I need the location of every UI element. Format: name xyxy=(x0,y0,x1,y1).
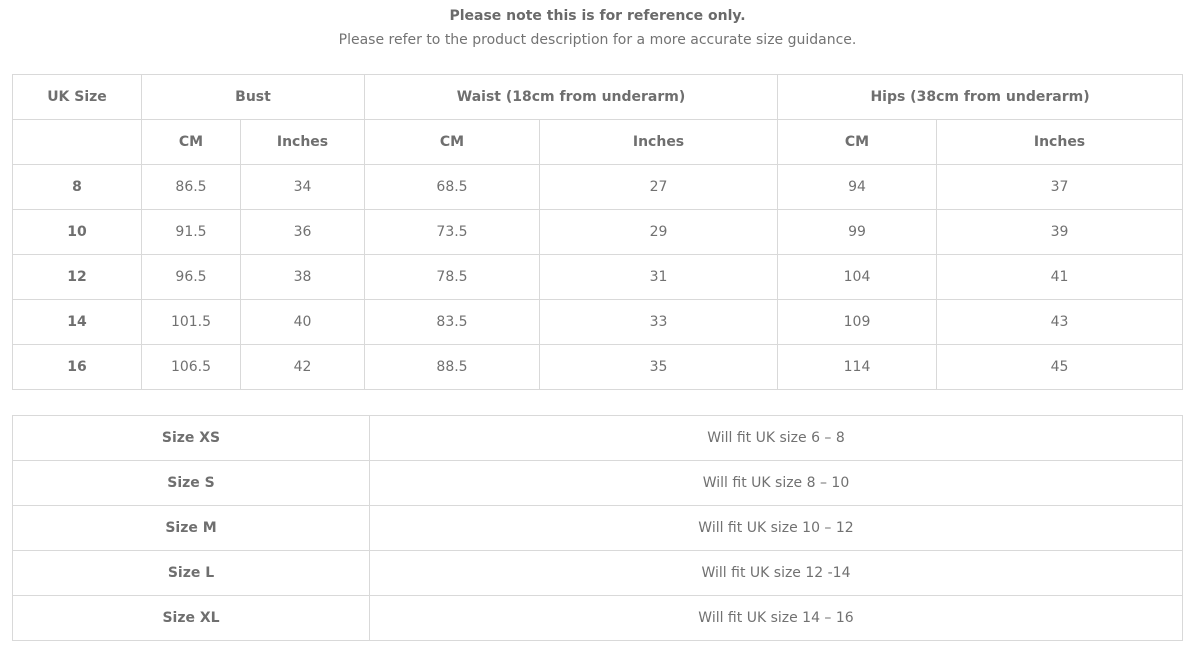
table-row: Size L Will fit UK size 12 -14 xyxy=(12,550,1183,596)
hips-inches-cell: 45 xyxy=(936,344,1184,390)
table-row: 16 106.5 42 88.5 35 114 45 xyxy=(12,344,1184,390)
size-label-cell: Size M xyxy=(12,505,370,551)
waist-cm-cell: 88.5 xyxy=(364,344,541,390)
table-row: 8 86.5 34 68.5 27 94 37 xyxy=(12,164,1184,210)
bust-cm-cell: 91.5 xyxy=(141,209,241,255)
bust-inches-cell: 36 xyxy=(239,209,366,255)
bust-inches-cell: 38 xyxy=(239,254,366,300)
table-row: Size XL Will fit UK size 14 – 16 xyxy=(12,595,1183,641)
size-chart-header-row: UK Size Bust Waist (18cm from underarm) … xyxy=(12,74,1184,120)
bust-inches-cell: 40 xyxy=(239,299,366,345)
subheader-cell: Inches xyxy=(936,119,1184,165)
fit-description-cell: Will fit UK size 12 -14 xyxy=(369,550,1183,596)
waist-cm-cell: 78.5 xyxy=(364,254,541,300)
table-row: 14 101.5 40 83.5 33 109 43 xyxy=(12,299,1184,345)
hips-cm-cell: 114 xyxy=(777,344,938,390)
size-fit-table: Size XS Will fit UK size 6 – 8 Size S Wi… xyxy=(12,415,1183,641)
fit-description-cell: Will fit UK size 8 – 10 xyxy=(369,460,1183,506)
hips-cm-cell: 99 xyxy=(777,209,938,255)
waist-inches-cell: 33 xyxy=(539,299,779,345)
size-label-cell: Size S xyxy=(12,460,370,506)
bust-inches-cell: 34 xyxy=(239,164,366,210)
table-row: Size XS Will fit UK size 6 – 8 xyxy=(12,415,1183,461)
uk-size-cell: 16 xyxy=(12,344,142,390)
subheader-cell: Inches xyxy=(239,119,366,165)
hips-cm-cell: 94 xyxy=(777,164,938,210)
size-chart-table: UK Size Bust Waist (18cm from underarm) … xyxy=(12,74,1184,390)
uk-size-cell: 10 xyxy=(12,209,142,255)
uk-size-cell: 14 xyxy=(12,299,142,345)
bust-cm-cell: 101.5 xyxy=(141,299,241,345)
hips-inches-cell: 39 xyxy=(936,209,1184,255)
subheader-cell: CM xyxy=(141,119,241,165)
guidance-note: Please refer to the product description … xyxy=(338,32,857,48)
hips-inches-cell: 37 xyxy=(936,164,1184,210)
table-row: 10 91.5 36 73.5 29 99 39 xyxy=(12,209,1184,255)
waist-inches-cell: 35 xyxy=(539,344,779,390)
size-label-cell: Size XS xyxy=(12,415,370,461)
size-label-cell: Size XL xyxy=(12,595,370,641)
size-chart-subheader-row: CM Inches CM Inches CM Inches xyxy=(12,119,1184,165)
bust-cm-cell: 86.5 xyxy=(141,164,241,210)
subheader-cell: CM xyxy=(364,119,541,165)
waist-cm-cell: 83.5 xyxy=(364,299,541,345)
waist-header: Waist (18cm from underarm) xyxy=(364,74,779,120)
uk-size-header: UK Size xyxy=(12,74,142,120)
hips-header: Hips (38cm from underarm) xyxy=(777,74,1184,120)
waist-cm-cell: 73.5 xyxy=(364,209,541,255)
hips-cm-cell: 104 xyxy=(777,254,938,300)
hips-inches-cell: 41 xyxy=(936,254,1184,300)
size-label-cell: Size L xyxy=(12,550,370,596)
subheader-cell: CM xyxy=(777,119,938,165)
hips-inches-cell: 43 xyxy=(936,299,1184,345)
bust-cm-cell: 96.5 xyxy=(141,254,241,300)
hips-cm-cell: 109 xyxy=(777,299,938,345)
bust-inches-cell: 42 xyxy=(239,344,366,390)
waist-inches-cell: 31 xyxy=(539,254,779,300)
uk-size-cell: 12 xyxy=(12,254,142,300)
fit-description-cell: Will fit UK size 6 – 8 xyxy=(369,415,1183,461)
table-row: Size S Will fit UK size 8 – 10 xyxy=(12,460,1183,506)
subheader-cell xyxy=(12,119,142,165)
subheader-cell: Inches xyxy=(539,119,779,165)
uk-size-cell: 8 xyxy=(12,164,142,210)
table-row: 12 96.5 38 78.5 31 104 41 xyxy=(12,254,1184,300)
table-row: Size M Will fit UK size 10 – 12 xyxy=(12,505,1183,551)
waist-inches-cell: 29 xyxy=(539,209,779,255)
fit-description-cell: Will fit UK size 14 – 16 xyxy=(369,595,1183,641)
waist-cm-cell: 68.5 xyxy=(364,164,541,210)
fit-description-cell: Will fit UK size 10 – 12 xyxy=(369,505,1183,551)
reference-note: Please note this is for reference only. xyxy=(449,8,746,24)
bust-header: Bust xyxy=(140,74,366,120)
waist-inches-cell: 27 xyxy=(539,164,779,210)
bust-cm-cell: 106.5 xyxy=(141,344,241,390)
